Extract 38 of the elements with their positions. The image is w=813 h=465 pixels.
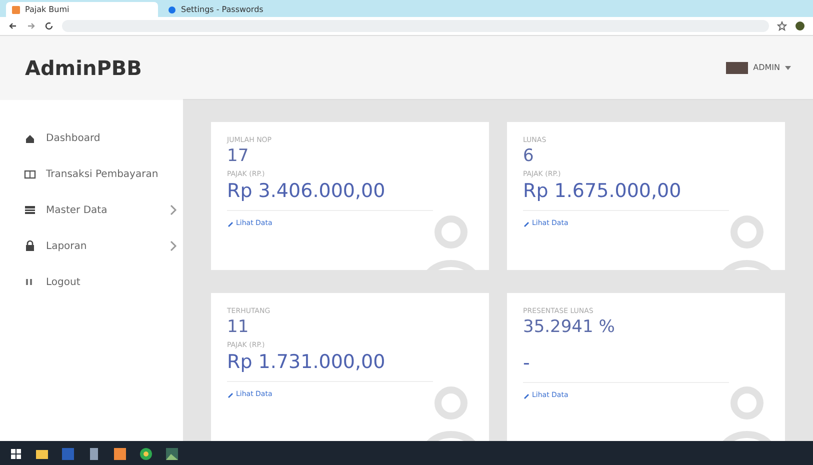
sidebar-item[interactable]: Transaksi Pembayaran — [0, 156, 180, 192]
forward-icon[interactable] — [26, 21, 36, 31]
table-icon — [24, 204, 36, 216]
card-amount: Rp 3.406.000,00 — [227, 180, 386, 202]
pencil-icon — [227, 390, 234, 398]
brand-title: AdminPBB — [25, 56, 142, 80]
pencil-icon — [227, 220, 234, 226]
windows-icon[interactable] — [10, 448, 22, 460]
star-icon[interactable] — [777, 21, 787, 31]
card-value: 6 — [523, 146, 535, 166]
profile-icon[interactable] — [795, 21, 805, 31]
sidebar-item[interactable]: Master Data — [0, 192, 180, 228]
browser-icon[interactable] — [140, 448, 152, 460]
landscape-icon[interactable] — [166, 448, 178, 460]
lock-icon — [24, 240, 36, 252]
card-value: 11 — [227, 317, 250, 337]
page-icon — [12, 6, 20, 14]
sidebar-item[interactable]: Laporan — [0, 228, 180, 264]
folder-icon[interactable] — [36, 448, 48, 460]
pencil-icon — [523, 392, 530, 398]
browser-tab[interactable]: Settings - Passwords — [162, 2, 314, 17]
card-amount: Rp 1.675.000,00 — [523, 180, 682, 202]
sidebar-item[interactable]: Dashboard — [0, 120, 180, 156]
back-icon[interactable] — [8, 21, 18, 31]
sidebar-item[interactable]: Logout — [0, 264, 180, 300]
home-icon — [24, 132, 36, 144]
browser-tab[interactable]: Pajak Bumi — [6, 2, 158, 17]
user-menu[interactable]: ADMIN — [753, 63, 780, 72]
avatar-icon — [726, 62, 748, 74]
card-amount: - — [523, 352, 531, 374]
reload-icon[interactable] — [44, 21, 54, 31]
caret-icon[interactable] — [785, 66, 791, 70]
card-value: 17 — [227, 146, 250, 166]
card-icon — [24, 168, 36, 180]
card-amount: Rp 1.731.000,00 — [227, 351, 386, 373]
card-value: 35.2941 % — [523, 317, 616, 337]
app-icon[interactable] — [114, 448, 126, 460]
pencil-icon — [523, 220, 530, 226]
